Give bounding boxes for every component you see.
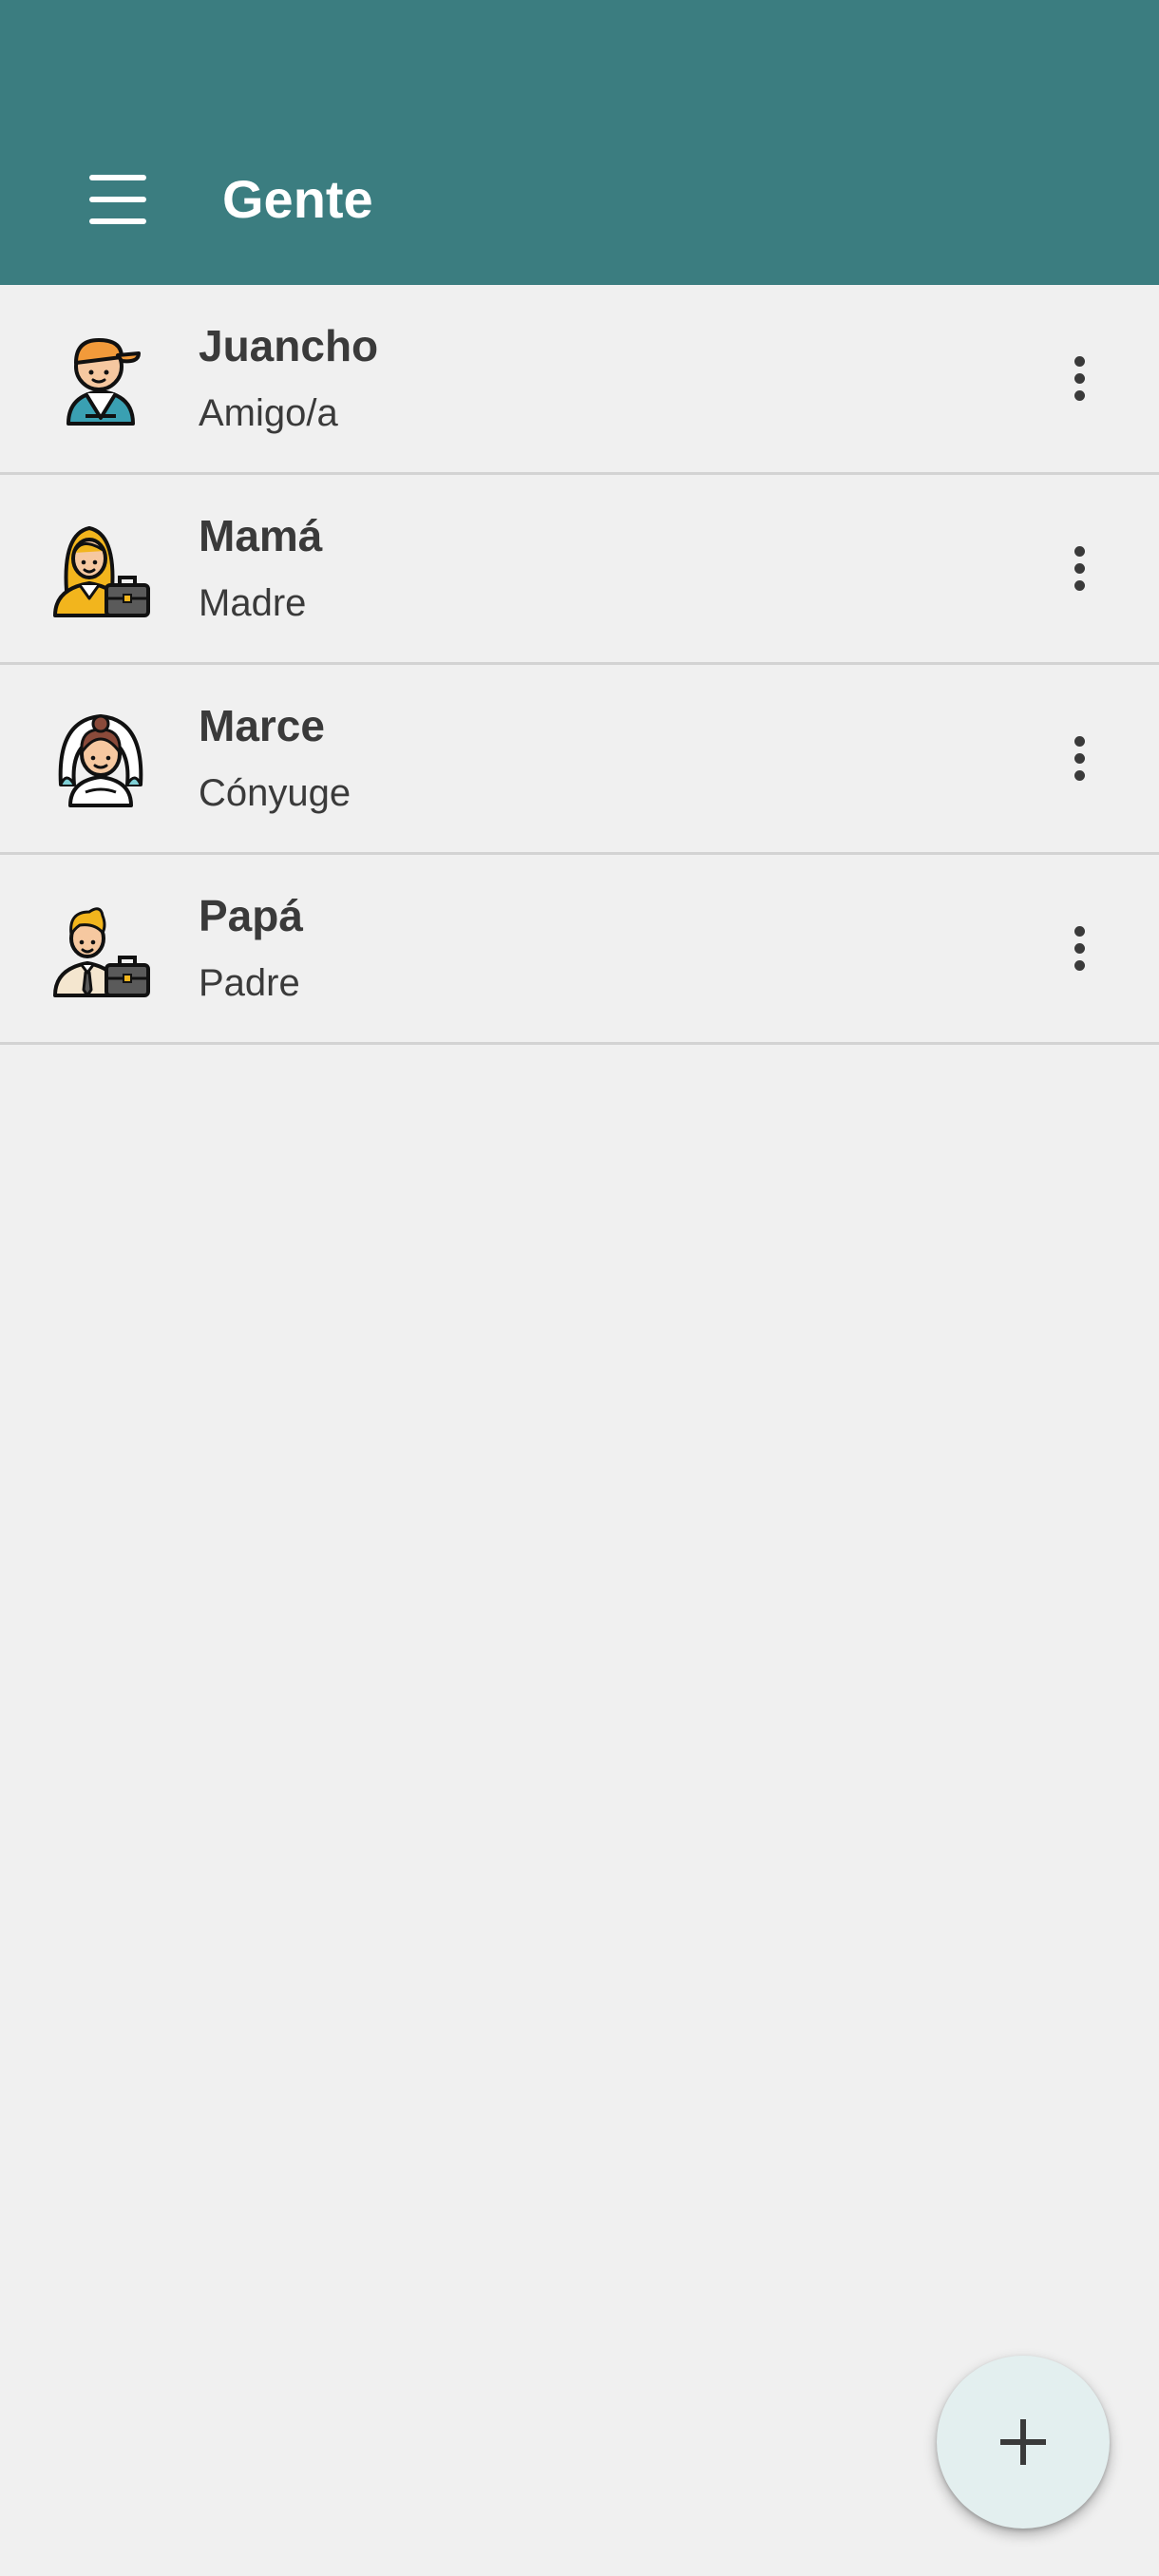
businessman-avatar-icon [48, 895, 154, 1001]
app-bar: Gente [0, 0, 1159, 285]
person-name: Marce [199, 701, 325, 750]
person-relation: Amigo/a [199, 392, 338, 434]
person-relation: Madre [199, 582, 307, 624]
list-item-juancho[interactable]: Juancho Amigo/a [0, 285, 1159, 475]
person-relation: Cónyuge [199, 772, 352, 814]
person-name: Juancho [199, 321, 379, 370]
list-item-papa[interactable]: Papá Padre [0, 855, 1159, 1045]
more-options-button[interactable] [1041, 910, 1117, 986]
person-name: Papá [199, 891, 303, 940]
more-options-button[interactable] [1041, 720, 1117, 796]
more-options-button[interactable] [1041, 530, 1117, 606]
menu-button[interactable] [68, 160, 167, 239]
person-relation: Padre [199, 962, 300, 1004]
person-name: Mamá [199, 511, 323, 560]
list-item-mama[interactable]: Mamá Madre [0, 475, 1159, 665]
list-item-marce[interactable]: Marce Cónyuge [0, 665, 1159, 855]
page-title: Gente [222, 169, 373, 229]
bride-avatar-icon [48, 705, 154, 811]
businesswoman-avatar-icon [48, 515, 154, 621]
more-options-button[interactable] [1041, 340, 1117, 416]
people-list: Juancho Amigo/a Mamá Madre Marce Cónyuge… [0, 285, 1159, 1045]
boy-cap-avatar-icon [48, 325, 154, 431]
add-person-button[interactable] [937, 2356, 1110, 2529]
plus-icon [1000, 2419, 1046, 2465]
